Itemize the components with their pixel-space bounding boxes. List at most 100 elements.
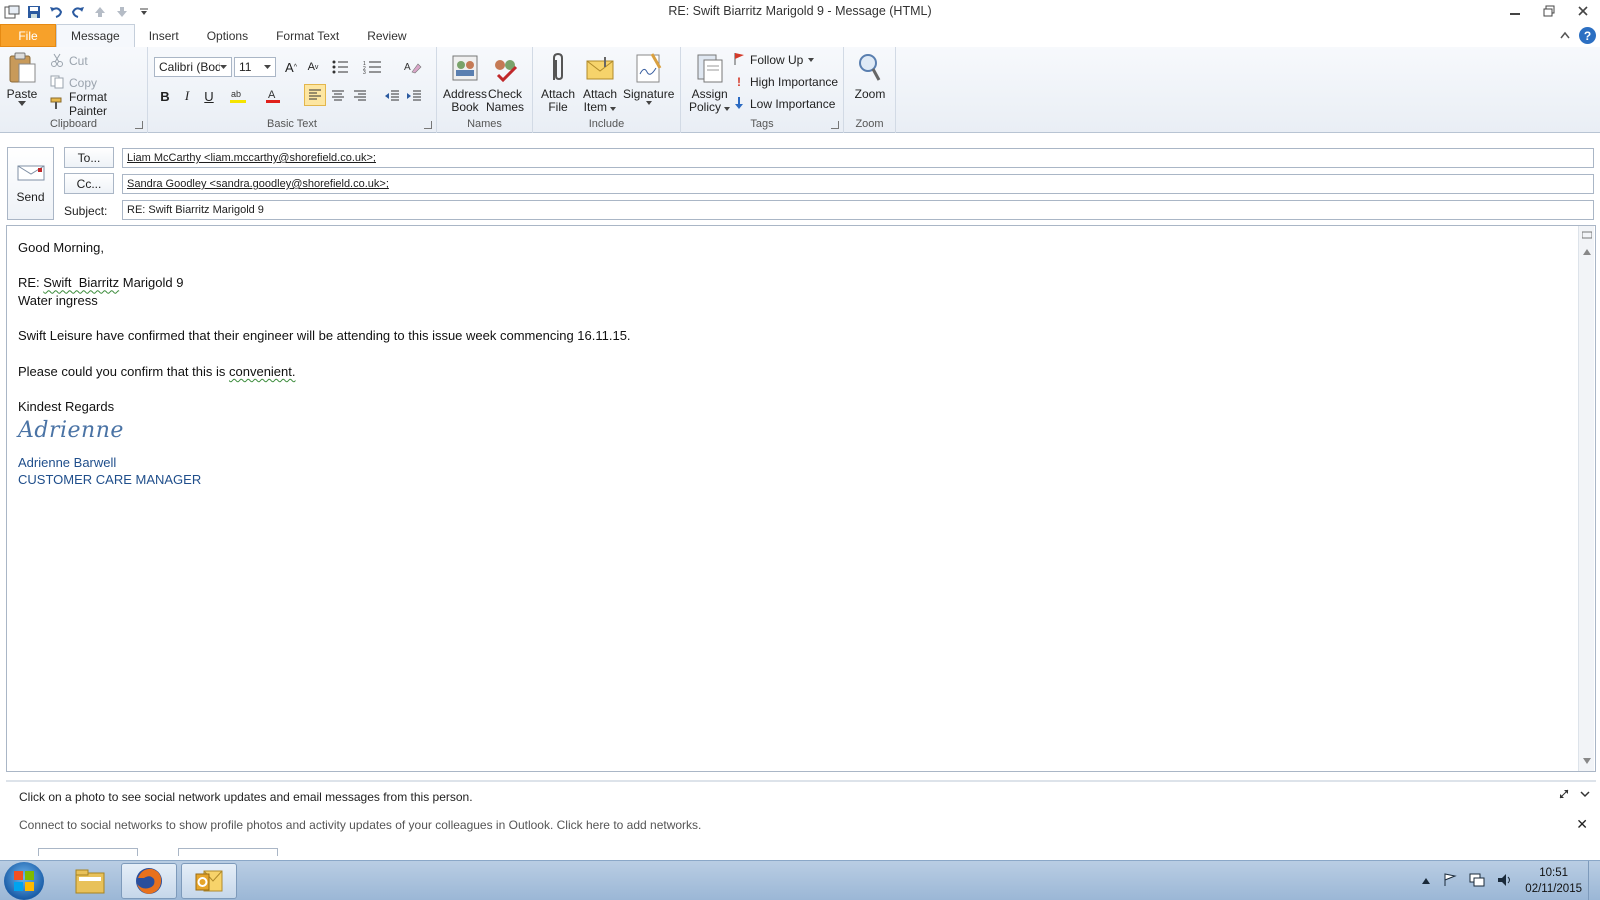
attach-item-button[interactable]: Attach Item [583,51,617,114]
windows-taskbar: 10:51 02/11/2015 [0,860,1600,900]
tab-review[interactable]: Review [353,24,420,47]
send-button[interactable]: Send [7,147,54,220]
to-field[interactable]: Liam McCarthy <liam.mccarthy@shorefield.… [122,148,1594,168]
format-painter-button[interactable]: Format Painter [50,90,147,118]
subject-value: RE: Swift Biarritz Marigold 9 [127,204,264,216]
address-book-button[interactable]: Address Book [443,51,487,114]
cc-recipient[interactable]: Sandra Goodley <sandra.goodley@shorefiel… [127,178,389,190]
scroll-down-icon[interactable] [1582,757,1592,767]
ruler-toggle-icon[interactable] [1581,230,1593,240]
follow-up-button[interactable]: Follow Up [733,50,815,70]
outlook-taskbar-button[interactable] [181,863,237,899]
tab-format-text[interactable]: Format Text [262,24,353,47]
check-names-button[interactable]: Check Names [486,51,524,114]
svg-text:A: A [268,89,276,101]
to-button[interactable]: To... [64,147,114,168]
people-pane-tab[interactable] [38,848,138,856]
tab-insert[interactable]: Insert [135,24,193,47]
expand-pane-icon[interactable] [1558,788,1570,803]
basic-text-launcher-icon[interactable] [424,121,432,129]
add-networks-link[interactable]: Connect to social networks to show profi… [19,818,701,832]
bullets-icon[interactable] [330,56,352,78]
customize-qat-icon[interactable] [134,2,154,22]
assign-policy-button[interactable]: Assign Policy [689,51,731,114]
increase-indent-icon[interactable] [403,85,425,107]
taskbar-clock[interactable]: 10:51 02/11/2015 [1525,865,1582,897]
people-pane-info: Click on a photo to see social network u… [19,790,473,804]
numbering-icon[interactable]: 123 [362,56,384,78]
tab-file[interactable]: File [0,24,56,47]
network-icon[interactable] [1469,873,1485,890]
magnifier-icon [854,51,886,85]
align-center-icon[interactable] [327,85,349,107]
attach-item-label-text: Item [583,100,608,114]
flag-icon [733,52,745,69]
font-size-value: 11 [239,60,252,74]
include-group: Attach File Attach Item Signature Includ… [533,47,681,133]
zoom-group-label: Zoom [855,118,884,130]
decrease-indent-icon[interactable] [381,85,403,107]
title-bar: RE: Swift Biarritz Marigold 9 - Message … [0,0,1600,24]
font-size-combo[interactable]: 11 [234,57,276,77]
up-arrow-icon[interactable] [90,2,110,22]
show-desktop-button[interactable] [1588,861,1600,900]
address-book-label-2: Book [451,100,479,114]
close-icon[interactable]: ✕ [1576,816,1588,833]
highlight-icon[interactable]: ab [228,85,250,107]
help-icon[interactable]: ? [1579,27,1596,44]
cut-button[interactable]: Cut [50,51,88,71]
chevron-down-icon[interactable] [1580,788,1590,803]
volume-icon[interactable] [1497,873,1513,890]
paste-button[interactable]: Paste [6,51,38,106]
low-importance-button[interactable]: Low Importance [733,94,835,114]
body-scrollbar[interactable] [1578,226,1594,771]
underline-button[interactable]: U [198,85,220,107]
to-recipient[interactable]: Liam McCarthy <liam.mccarthy@shorefield.… [127,152,376,164]
explorer-taskbar-button[interactable] [62,863,118,899]
undo-icon[interactable] [46,2,66,22]
cc-button[interactable]: Cc... [64,173,114,194]
minimize-ribbon-icon[interactable] [1559,29,1571,43]
tab-message[interactable]: Message [56,24,135,48]
save-icon[interactable] [24,2,44,22]
redo-icon[interactable] [68,2,88,22]
start-button[interactable] [4,862,44,900]
ribbon-tabs: File Message Insert Options Format Text … [0,24,1600,48]
people-pane-tab[interactable] [178,848,278,856]
firefox-taskbar-button[interactable] [121,863,177,899]
cc-field[interactable]: Sandra Goodley <sandra.goodley@shorefiel… [122,174,1594,194]
show-hidden-icons-icon[interactable] [1421,874,1431,888]
zoom-label: Zoom [854,87,886,101]
signature-button[interactable]: Signature [623,51,674,105]
tags-group: Assign Policy Follow Up ! High Importanc… [681,47,844,133]
shrink-font-icon[interactable]: Av [302,56,324,78]
font-color-icon[interactable]: A [262,85,284,107]
grow-font-icon[interactable]: A ^ [280,56,302,78]
message-body-text: Good Morning, RE: Swift Biarritz Marigol… [18,239,631,489]
clipboard-launcher-icon[interactable] [135,121,143,129]
bold-button[interactable]: B [154,85,176,107]
font-name-combo[interactable]: Calibri (Body) [154,57,232,77]
message-body-editor[interactable]: Good Morning, RE: Swift Biarritz Marigol… [6,225,1596,772]
action-center-flag-icon[interactable] [1443,872,1458,890]
minimize-button[interactable] [1498,0,1532,22]
down-arrow-icon[interactable] [112,2,132,22]
outlook-app-icon[interactable] [2,2,22,22]
align-left-icon[interactable] [304,84,326,106]
check-names-icon [489,51,521,85]
scroll-up-icon[interactable] [1582,248,1592,258]
windows-logo-icon [14,871,34,891]
tags-launcher-icon[interactable] [831,121,839,129]
tab-options[interactable]: Options [193,24,262,47]
clear-formatting-icon[interactable]: A [402,56,424,78]
close-button[interactable] [1566,0,1600,22]
align-right-icon[interactable] [349,85,371,107]
italic-button[interactable]: I [176,85,198,107]
restore-button[interactable] [1532,0,1566,22]
subject-field[interactable]: RE: Swift Biarritz Marigold 9 [122,200,1594,220]
policy-icon [694,51,726,85]
attach-file-button[interactable]: Attach File [541,51,575,114]
clock-time: 10:51 [1539,867,1569,879]
high-importance-button[interactable]: ! High Importance [733,72,838,92]
zoom-button[interactable]: Zoom [854,51,886,101]
